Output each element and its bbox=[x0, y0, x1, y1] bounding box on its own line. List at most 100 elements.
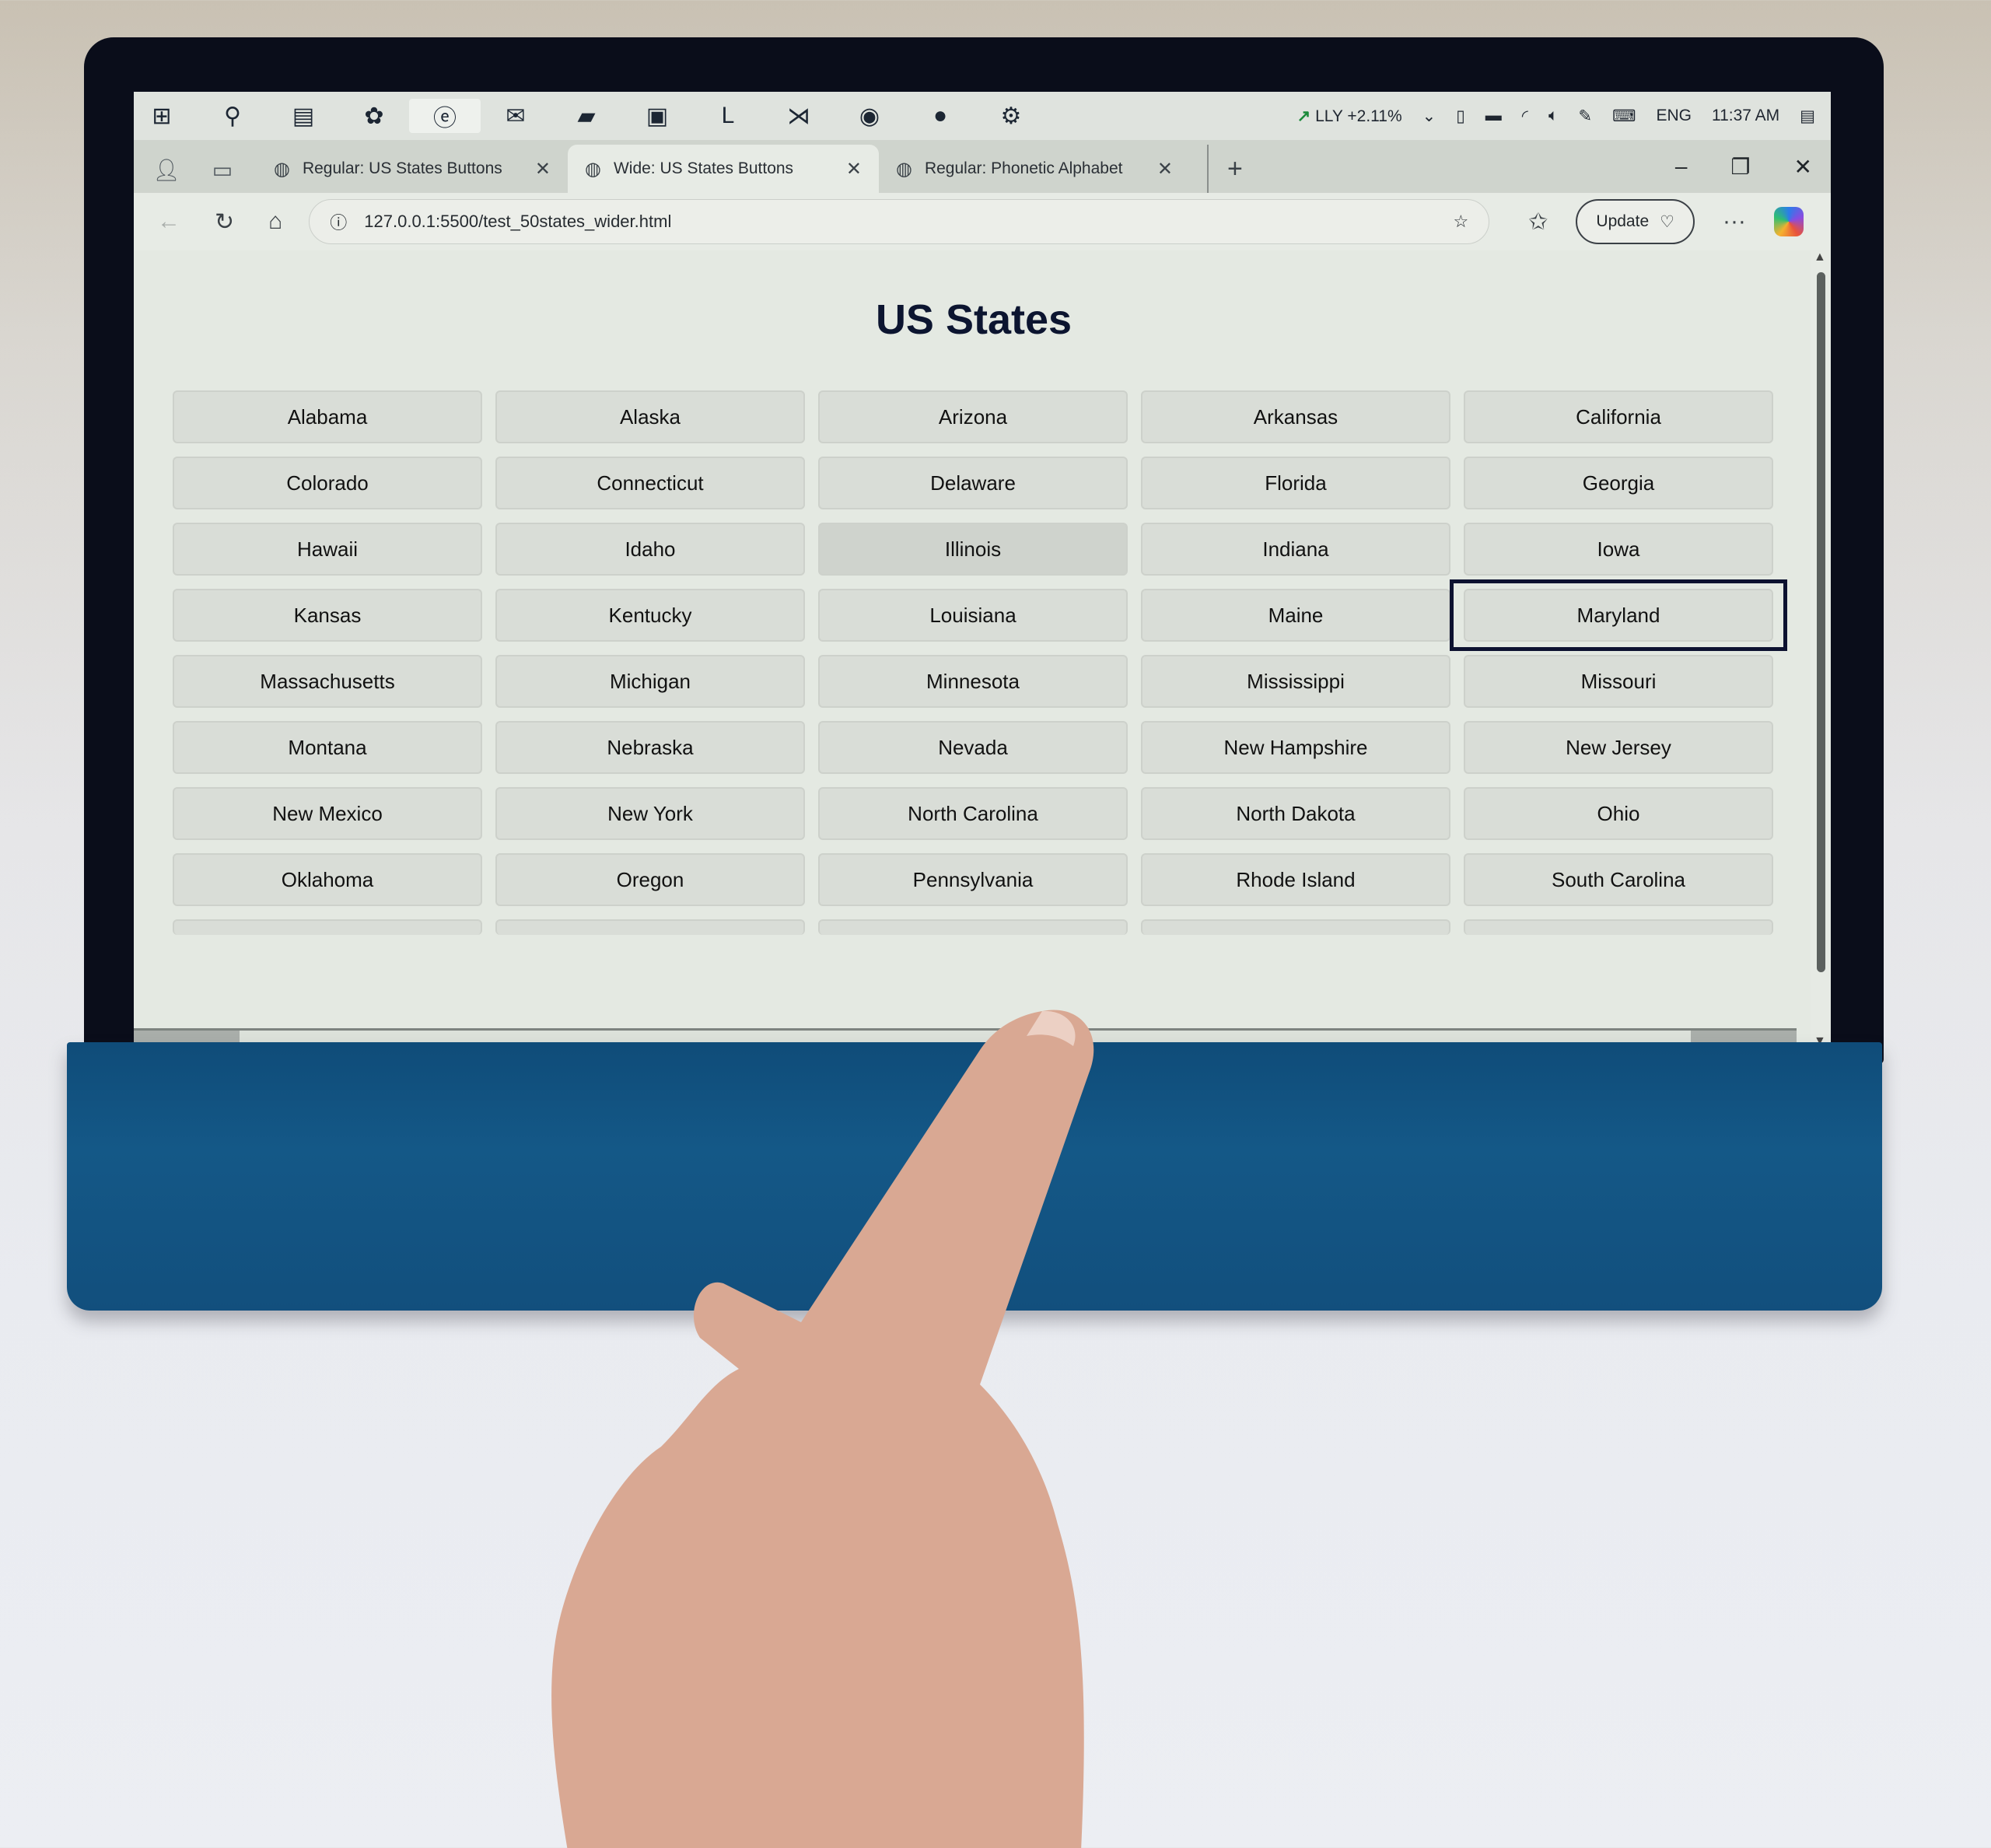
home-icon[interactable]: ⌂ bbox=[268, 208, 282, 235]
close-tab-icon[interactable]: ✕ bbox=[846, 158, 862, 180]
state-button-new-jersey[interactable]: New Jersey bbox=[1464, 721, 1773, 774]
state-button-california[interactable]: California bbox=[1464, 390, 1773, 443]
vscode-icon[interactable]: ⋊ bbox=[782, 99, 816, 133]
tab-regular-us-states[interactable]: ◍ Regular: US States Buttons ✕ bbox=[257, 145, 568, 193]
state-button-connecticut[interactable]: Connecticut bbox=[495, 457, 805, 509]
mail-icon[interactable]: ✉ bbox=[499, 99, 533, 133]
state-button-minnesota[interactable]: Minnesota bbox=[818, 655, 1128, 708]
state-button-hawaii[interactable]: Hawaii bbox=[173, 523, 482, 576]
update-button[interactable]: Update ♡ bbox=[1576, 199, 1695, 244]
close-tab-icon[interactable]: ✕ bbox=[535, 158, 551, 180]
state-button-missouri[interactable]: Missouri bbox=[1464, 655, 1773, 708]
windows-taskbar: ⊞ ⚲ ▤ ✿ ⓔ ✉ ▰ ▣ L ⋊ ◉ ● ⚙ ↗ LLY +2.11% ⌄ ▯ ▬ ◜ 🔈︎ ✎ … bbox=[134, 92, 1831, 140]
site-info-icon[interactable]: ⓘ bbox=[330, 209, 347, 234]
state-button-ohio[interactable]: Ohio bbox=[1464, 787, 1773, 840]
l-app-icon[interactable]: L bbox=[711, 99, 745, 133]
state-button-arizona[interactable]: Arizona bbox=[818, 390, 1128, 443]
state-button-partial[interactable] bbox=[173, 919, 482, 935]
state-button-indiana[interactable]: Indiana bbox=[1141, 523, 1450, 576]
search-icon[interactable]: ⚲ bbox=[215, 99, 250, 133]
favorites-icon[interactable]: ✩ bbox=[1528, 208, 1548, 236]
task-view-icon[interactable]: ▤ bbox=[286, 99, 320, 133]
wifi-icon[interactable]: ◜ bbox=[1522, 107, 1528, 126]
battery-icon[interactable]: ▬ bbox=[1485, 107, 1502, 125]
state-button-georgia[interactable]: Georgia bbox=[1464, 457, 1773, 509]
edge-icon[interactable]: ⓔ bbox=[409, 99, 481, 133]
scroll-thumb[interactable] bbox=[1817, 272, 1825, 972]
state-button-maine[interactable]: Maine bbox=[1141, 589, 1450, 642]
file-explorer-icon[interactable]: ▰ bbox=[569, 99, 604, 133]
state-button-partial[interactable] bbox=[1141, 919, 1450, 935]
state-button-north-carolina[interactable]: North Carolina bbox=[818, 787, 1128, 840]
copilot-icon[interactable] bbox=[1773, 207, 1804, 236]
state-button-colorado[interactable]: Colorado bbox=[173, 457, 482, 509]
close-window-icon[interactable]: ✕ bbox=[1794, 154, 1812, 180]
state-button-oklahoma[interactable]: Oklahoma bbox=[173, 853, 482, 906]
page-scrollbar[interactable]: ▲ ▼ bbox=[1811, 250, 1831, 1048]
state-button-partial[interactable] bbox=[818, 919, 1128, 935]
state-button-idaho[interactable]: Idaho bbox=[495, 523, 805, 576]
state-button-louisiana[interactable]: Louisiana bbox=[818, 589, 1128, 642]
state-button-north-dakota[interactable]: North Dakota bbox=[1141, 787, 1450, 840]
state-button-florida[interactable]: Florida bbox=[1141, 457, 1450, 509]
tab-regular-phonetic-alphabet[interactable]: ◍ Regular: Phonetic Alphabet ✕ bbox=[879, 145, 1190, 193]
state-button-south-carolina[interactable]: South Carolina bbox=[1464, 853, 1773, 906]
stock-widget[interactable]: ↗ LLY +2.11% bbox=[1297, 107, 1402, 126]
state-button-alaska[interactable]: Alaska bbox=[495, 390, 805, 443]
state-button-delaware[interactable]: Delaware bbox=[818, 457, 1128, 509]
address-bar[interactable]: ⓘ 127.0.0.1:5500/test_50states_wider.htm… bbox=[309, 199, 1490, 244]
state-button-illinois[interactable]: Illinois bbox=[818, 523, 1128, 576]
firefox-icon[interactable]: ● bbox=[923, 99, 957, 133]
meet-icon[interactable]: ▯ bbox=[1456, 107, 1465, 126]
system-tray: ↗ LLY +2.11% ⌄ ▯ ▬ ◜ 🔈︎ ✎ ⌨ ENG 11:37 AM… bbox=[1297, 92, 1815, 140]
state-button-nebraska[interactable]: Nebraska bbox=[495, 721, 805, 774]
keyboard-icon[interactable]: ⌨ bbox=[1612, 107, 1636, 126]
state-button-oregon[interactable]: Oregon bbox=[495, 853, 805, 906]
state-button-nevada[interactable]: Nevada bbox=[818, 721, 1128, 774]
state-button-new-york[interactable]: New York bbox=[495, 787, 805, 840]
settings-icon[interactable]: ⚙ bbox=[994, 99, 1028, 133]
workspaces-icon[interactable]: ▭ bbox=[199, 146, 246, 193]
language-indicator[interactable]: ENG bbox=[1656, 107, 1692, 125]
favorite-star-icon[interactable]: ☆ bbox=[1454, 212, 1469, 232]
state-button-pennsylvania[interactable]: Pennsylvania bbox=[818, 853, 1128, 906]
back-arrow-icon[interactable]: ← bbox=[157, 208, 180, 235]
notifications-icon[interactable]: ▤ bbox=[1800, 107, 1815, 126]
tab-wide-us-states[interactable]: ◍ Wide: US States Buttons ✕ bbox=[568, 145, 879, 193]
state-button-kentucky[interactable]: Kentucky bbox=[495, 589, 805, 642]
scroll-up-icon[interactable]: ▲ bbox=[1814, 250, 1826, 264]
copilot-app-icon[interactable]: ✿ bbox=[357, 99, 391, 133]
new-tab-button[interactable]: + bbox=[1207, 145, 1243, 193]
close-tab-icon[interactable]: ✕ bbox=[1157, 158, 1173, 180]
state-button-iowa[interactable]: Iowa bbox=[1464, 523, 1773, 576]
minimize-icon[interactable]: – bbox=[1675, 154, 1688, 179]
state-button-alabama[interactable]: Alabama bbox=[173, 390, 482, 443]
page-viewport: US States Alabama Alaska Arizona Arkansas Ca… bbox=[134, 250, 1814, 1048]
state-button-kansas[interactable]: Kansas bbox=[173, 589, 482, 642]
state-button-mississippi[interactable]: Mississippi bbox=[1141, 655, 1450, 708]
state-button-montana[interactable]: Montana bbox=[173, 721, 482, 774]
profile-icon[interactable]: 👤︎ bbox=[143, 146, 190, 193]
state-button-maryland[interactable]: Maryland bbox=[1450, 579, 1787, 651]
state-button-new-hampshire[interactable]: New Hampshire bbox=[1141, 721, 1450, 774]
tablet-stand-cover bbox=[67, 1042, 1882, 1311]
state-button-partial[interactable] bbox=[495, 919, 805, 935]
windows-start-icon[interactable]: ⊞ bbox=[145, 99, 179, 133]
url-text[interactable]: 127.0.0.1:5500/test_50states_wider.html bbox=[364, 212, 1436, 232]
state-button-massachusetts[interactable]: Massachusetts bbox=[173, 655, 482, 708]
volume-icon[interactable]: 🔈︎ bbox=[1548, 107, 1559, 125]
more-options-icon[interactable]: ··· bbox=[1723, 208, 1746, 235]
state-button-partial[interactable] bbox=[1464, 919, 1773, 935]
state-button-rhode-island[interactable]: Rhode Island bbox=[1141, 853, 1450, 906]
state-button-new-mexico[interactable]: New Mexico bbox=[173, 787, 482, 840]
clock[interactable]: 11:37 AM bbox=[1712, 107, 1779, 125]
state-button-arkansas[interactable]: Arkansas bbox=[1141, 390, 1450, 443]
chrome-icon[interactable]: ◉ bbox=[852, 99, 887, 133]
tab-title: Regular: Phonetic Alphabet bbox=[924, 159, 1123, 177]
pen-icon[interactable]: ✎ bbox=[1579, 107, 1593, 126]
state-button-michigan[interactable]: Michigan bbox=[495, 655, 805, 708]
restore-icon[interactable]: ❐ bbox=[1730, 154, 1750, 180]
store-icon[interactable]: ▣ bbox=[640, 99, 674, 133]
refresh-icon[interactable]: ↻ bbox=[215, 208, 234, 236]
tray-chevron-icon[interactable]: ⌄ bbox=[1422, 107, 1436, 126]
